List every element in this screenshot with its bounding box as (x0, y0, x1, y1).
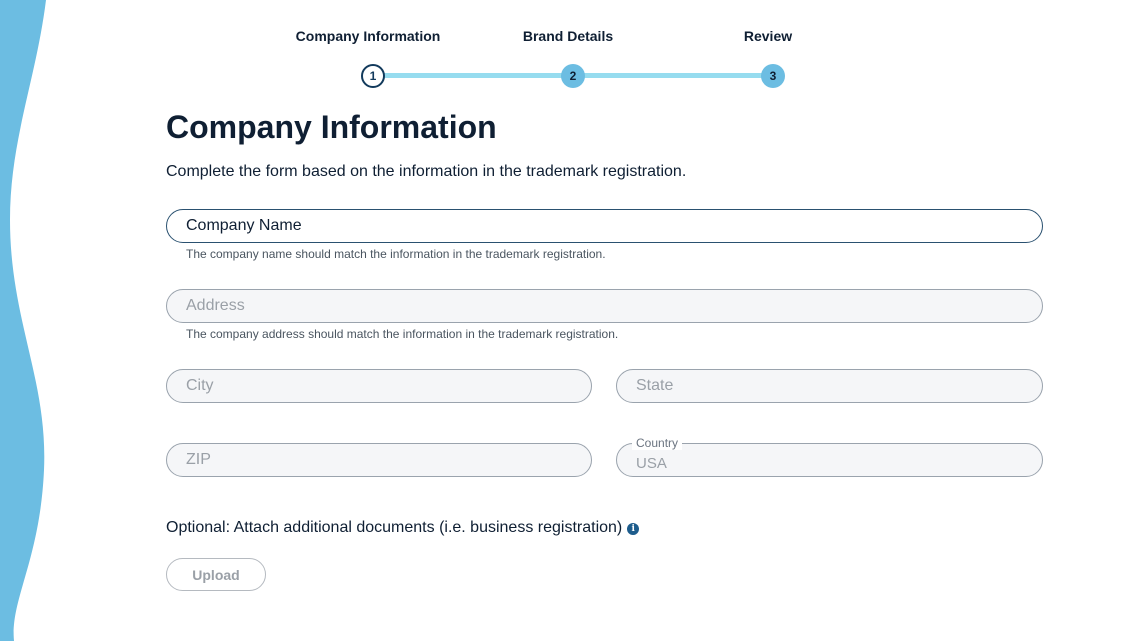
company-name-helper: The company name should match the inform… (186, 247, 606, 261)
address-field[interactable] (166, 289, 1043, 323)
city-field[interactable] (166, 369, 592, 403)
form-intro-text: Complete the form based on the informati… (166, 163, 687, 180)
step-1-number: 1 (369, 69, 377, 83)
state-input[interactable] (636, 370, 1021, 402)
step-1-indicator[interactable]: 1 (361, 64, 385, 88)
step-2-indicator[interactable]: 2 (561, 64, 585, 88)
optional-attachments-label: Optional: Attach additional documents (i… (166, 519, 623, 536)
state-field[interactable] (616, 369, 1043, 403)
country-field[interactable]: Country (616, 436, 1043, 479)
upload-button[interactable]: Upload (166, 558, 266, 591)
zip-field[interactable] (166, 443, 592, 477)
step-label-review: Review (743, 28, 793, 44)
zip-input[interactable] (186, 444, 570, 476)
address-helper: The company address should match the inf… (186, 327, 619, 341)
page: Company Information Brand Details Review… (0, 0, 1139, 641)
step-2-number: 2 (569, 69, 577, 83)
optional-attachments-text: Optional: Attach additional documents (i… (166, 519, 640, 537)
step-label-company-information: Company Information (295, 28, 441, 44)
company-name-input[interactable] (186, 210, 1021, 242)
address-input[interactable] (186, 290, 1021, 322)
country-input[interactable] (636, 447, 1021, 479)
info-icon-glyph: i (631, 524, 635, 534)
progress-stepper: Company Information Brand Details Review… (0, 0, 1139, 100)
step-3-indicator[interactable]: 3 (761, 64, 785, 88)
city-input[interactable] (186, 370, 570, 402)
page-title: Company Information (166, 109, 497, 145)
step-label-brand-details: Brand Details (522, 28, 614, 44)
step-3-number: 3 (769, 69, 777, 83)
company-name-field[interactable] (166, 209, 1043, 243)
info-icon[interactable]: i (627, 523, 640, 535)
